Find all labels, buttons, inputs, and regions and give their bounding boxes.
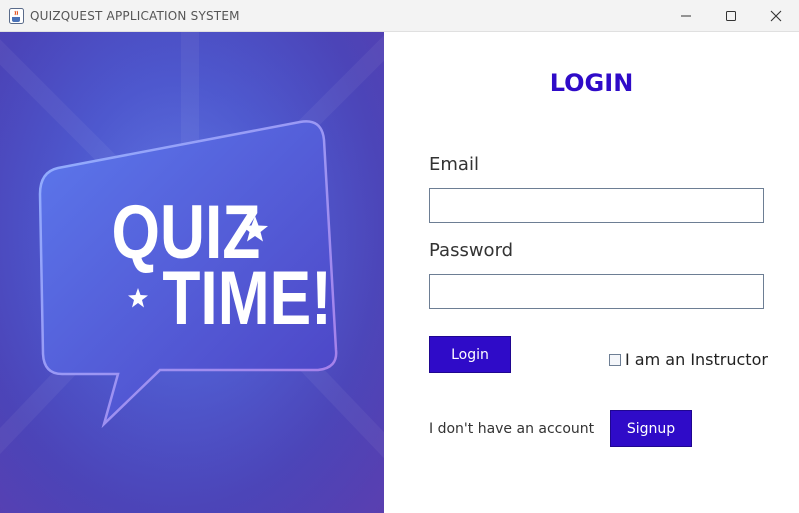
password-label: Password: [429, 240, 514, 261]
maximize-button[interactable]: [708, 0, 754, 32]
quiz-time-banner: QUIZ TIME!: [0, 32, 384, 513]
minimize-icon: [681, 15, 691, 17]
window-title: QUIZQUEST APPLICATION SYSTEM: [30, 9, 240, 23]
quiz-time-illustration: QUIZ TIME!: [0, 32, 384, 513]
close-icon: [770, 10, 782, 22]
login-panel: LOGIN Email Password Login I am an Instr…: [384, 32, 799, 513]
instructor-checkbox-label: I am an Instructor: [625, 350, 768, 369]
checkbox-box[interactable]: [609, 353, 621, 366]
login-button[interactable]: Login: [429, 336, 511, 373]
close-button[interactable]: [753, 0, 799, 32]
password-field[interactable]: [429, 274, 764, 309]
signup-button[interactable]: Signup: [610, 410, 692, 447]
maximize-icon: [726, 11, 736, 21]
title-bar: QUIZQUEST APPLICATION SYSTEM: [0, 0, 799, 32]
java-cup-icon: [9, 8, 24, 24]
instructor-checkbox[interactable]: I am an Instructor: [609, 350, 768, 369]
minimize-button[interactable]: [663, 0, 709, 32]
email-label: Email: [429, 154, 479, 175]
email-field[interactable]: [429, 188, 764, 223]
time-text: TIME!: [162, 255, 332, 340]
page-title: LOGIN: [549, 69, 634, 97]
no-account-text: I don't have an account: [429, 421, 595, 437]
